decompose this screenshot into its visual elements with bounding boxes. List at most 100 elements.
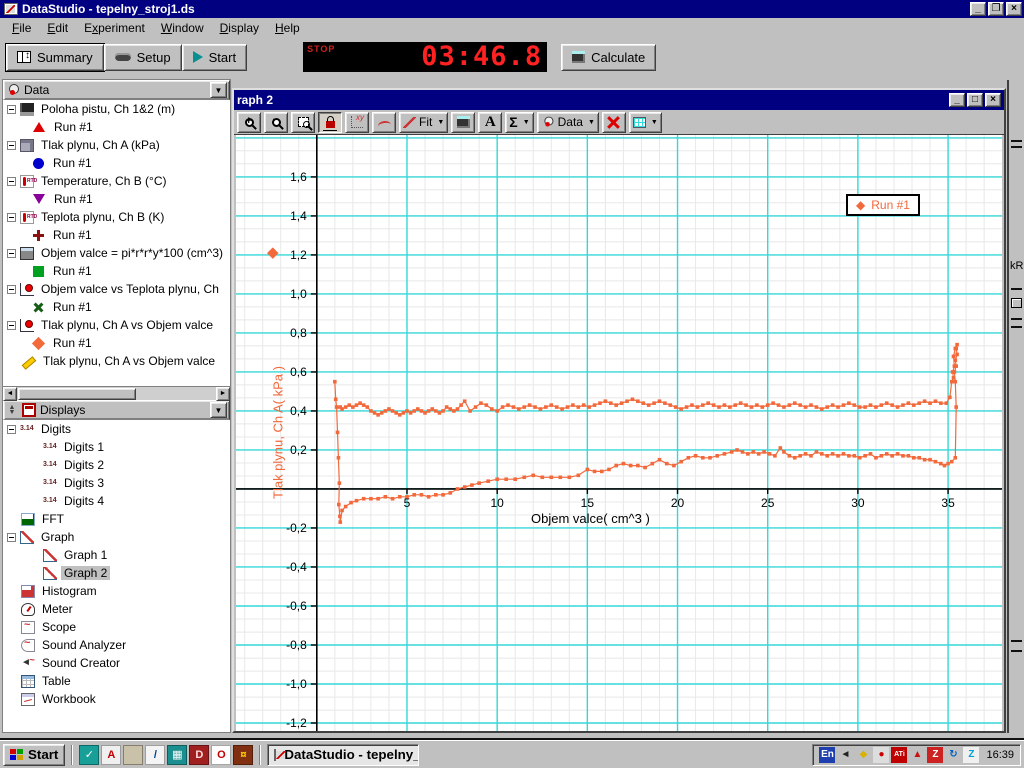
display-item-graph-1[interactable]: Graph 1	[3, 546, 230, 564]
expand-box[interactable]	[7, 141, 16, 150]
expand-box[interactable]	[7, 285, 16, 294]
scale-to-fit-button[interactable]	[318, 112, 342, 133]
calculator-icon[interactable]: ▦	[167, 745, 187, 765]
diamond-icon[interactable]: ◆	[855, 747, 871, 763]
fit-button[interactable]: Fit ▼	[399, 112, 448, 133]
menu-display[interactable]: Display	[212, 19, 267, 37]
display-item-meter[interactable]: Meter	[3, 600, 230, 618]
data-menu-button[interactable]: Data ▼	[537, 112, 599, 133]
text-tool-button[interactable]: A	[478, 112, 502, 133]
start-menu-button[interactable]: Start	[3, 744, 65, 766]
expand-box[interactable]	[7, 249, 16, 258]
display-item-graph[interactable]: Graph	[3, 528, 230, 546]
smart-tool-button[interactable]	[372, 112, 396, 133]
graph-calculate-button[interactable]	[451, 112, 475, 133]
expand-box[interactable]	[7, 213, 16, 222]
ati-icon[interactable]: ATi	[891, 747, 907, 763]
doc-check-icon[interactable]: ✓	[79, 745, 99, 765]
graph-window-titlebar[interactable]: raph 2 _ □ ×	[234, 90, 1004, 110]
display-item-sound-creator[interactable]: Sound Creator	[3, 654, 230, 672]
scroll-thumb[interactable]	[18, 388, 136, 400]
data-source-item[interactable]: Objem valce = pi*r*r*y*100 (cm^3)	[3, 244, 230, 262]
sync-icon[interactable]: ↻	[945, 747, 961, 763]
data-source-item[interactable]: Temperature, Ch B (°C)	[3, 172, 230, 190]
data-source-item[interactable]: Tlak plynu, Ch A (kPa)	[3, 136, 230, 154]
spinner-icon[interactable]: ▲▼	[6, 402, 18, 418]
display-item-fft[interactable]: FFT	[3, 510, 230, 528]
plot-area[interactable]: 1,61,41,21,00,80,60,40,2-0,2-0,4-0,6-0,8…	[236, 135, 1002, 731]
data-source-item[interactable]: Poloha pistu, Ch 1&2 (m)	[3, 100, 230, 118]
delete-button[interactable]	[602, 112, 626, 133]
opera-icon[interactable]: O	[211, 745, 231, 765]
xy-tool-button[interactable]	[345, 112, 369, 133]
run-item[interactable]: Run #1	[3, 262, 230, 280]
scroll-left-icon[interactable]: ◄	[3, 387, 17, 401]
scroll-right-icon[interactable]: ►	[216, 387, 230, 401]
data-source-item[interactable]: Tlak plynu, Ch A vs Objem valce	[3, 352, 230, 370]
data-tree-hscrollbar[interactable]: ◄ ►	[3, 386, 230, 400]
displays-dropdown-arrow[interactable]: ▼	[210, 402, 227, 418]
flame-icon[interactable]: ¤	[233, 745, 253, 765]
menu-file[interactable]: File	[4, 19, 39, 37]
scheduler-icon[interactable]: ●	[873, 747, 889, 763]
run-item[interactable]: Run #1	[3, 118, 230, 136]
legend[interactable]: ◆ Run #1	[846, 194, 920, 216]
menu-edit[interactable]: Edit	[39, 19, 76, 37]
data-panel-header[interactable]: Data ▼	[3, 80, 230, 100]
expand-box[interactable]	[7, 321, 16, 330]
acrobat-icon[interactable]: A	[101, 745, 121, 765]
menu-help[interactable]: Help	[267, 19, 308, 37]
display-item-digits[interactable]: Digits	[3, 420, 230, 438]
menu-experiment[interactable]: Experiment	[76, 19, 153, 37]
display-item-digits-2[interactable]: Digits 2	[3, 456, 230, 474]
display-item-histogram[interactable]: Histogram	[3, 582, 230, 600]
zoom-in-button[interactable]	[237, 112, 261, 133]
expand-box[interactable]	[7, 177, 16, 186]
run-item[interactable]: Run #1	[3, 190, 230, 208]
z-stripes-icon[interactable]: Z	[963, 747, 979, 763]
data-source-item[interactable]: Objem valce vs Teplota plynu, Ch	[3, 280, 230, 298]
red-figure-icon[interactable]: ▲	[909, 747, 925, 763]
setup-button[interactable]: Setup	[104, 44, 182, 71]
pen-doc-icon[interactable]: /	[145, 745, 165, 765]
graph-minimize-button[interactable]: _	[949, 93, 965, 107]
run-item[interactable]: Run #1	[3, 334, 230, 352]
expand-box[interactable]	[7, 105, 16, 114]
display-item-sound-analyzer[interactable]: Sound Analyzer	[3, 636, 230, 654]
display-item-graph-2[interactable]: Graph 2	[3, 564, 230, 582]
run-item[interactable]: Run #1	[3, 298, 230, 316]
summary-button[interactable]: Summary	[6, 44, 104, 71]
zoom-out-button[interactable]	[264, 112, 288, 133]
expand-box[interactable]	[7, 425, 16, 434]
graph-settings-button[interactable]: ▼	[629, 112, 662, 133]
volume-icon[interactable]: ◄	[837, 747, 853, 763]
dragon-icon[interactable]: D	[189, 745, 209, 765]
run-item[interactable]: Run #1	[3, 154, 230, 172]
close-button[interactable]: ×	[1006, 2, 1022, 16]
minimize-button[interactable]: _	[970, 2, 986, 16]
data-dropdown-arrow[interactable]: ▼	[210, 82, 227, 98]
expand-box[interactable]	[7, 533, 16, 542]
display-item-table[interactable]: Table	[3, 672, 230, 690]
task-button-datastudio[interactable]: DataStudio - tepelny_...	[267, 744, 419, 766]
statistics-button[interactable]: Σ ▼	[505, 112, 533, 133]
menu-window[interactable]: Window	[153, 19, 212, 37]
display-item-digits-4[interactable]: Digits 4	[3, 492, 230, 510]
graph-close-button[interactable]: ×	[985, 93, 1001, 107]
display-item-scope[interactable]: Scope	[3, 618, 230, 636]
display-item-workbook[interactable]: Workbook	[3, 690, 230, 708]
graph-maximize-button[interactable]: □	[967, 93, 983, 107]
start-button[interactable]: Start	[182, 44, 247, 71]
data-source-item[interactable]: Teplota plynu, Ch B (K)	[3, 208, 230, 226]
data-source-item[interactable]: Tlak plynu, Ch A vs Objem valce	[3, 316, 230, 334]
app-titlebar[interactable]: DataStudio - tepelny_stroj1.ds _ ❐ ×	[0, 0, 1024, 18]
puppet-icon[interactable]	[123, 745, 143, 765]
zoom-select-button[interactable]	[291, 112, 315, 133]
lightning-icon[interactable]: Z	[927, 747, 943, 763]
language-indicator[interactable]: En	[819, 747, 835, 763]
run-item[interactable]: Run #1	[3, 226, 230, 244]
display-item-digits-3[interactable]: Digits 3	[3, 474, 230, 492]
displays-panel-header[interactable]: ▲▼ Displays ▼	[3, 400, 230, 420]
restore-icon[interactable]	[1011, 298, 1022, 308]
display-item-digits-1[interactable]: Digits 1	[3, 438, 230, 456]
